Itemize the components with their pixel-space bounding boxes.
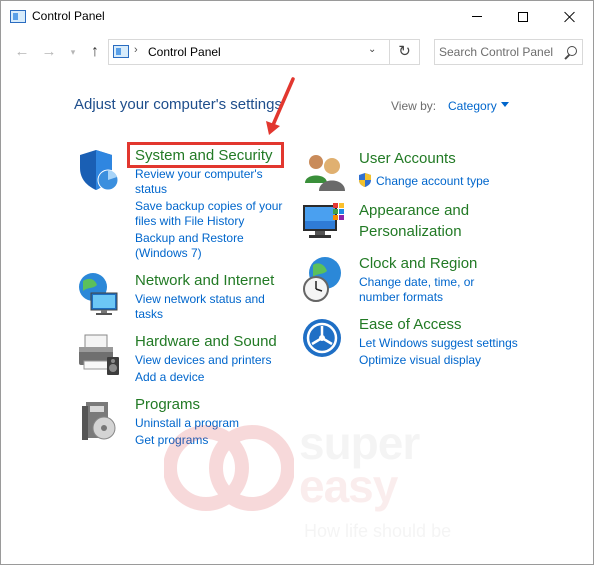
shield-icon: [80, 150, 119, 191]
refresh-button[interactable]: ↻: [390, 39, 420, 65]
watermark-logo: [164, 425, 294, 511]
hardware-and-sound-link[interactable]: Hardware and Sound: [135, 333, 277, 350]
file-history-link-cont[interactable]: files with File History: [135, 214, 244, 229]
clock-and-region-link[interactable]: Clock and Region: [359, 255, 477, 272]
recent-locations-button[interactable]: ▾: [63, 42, 83, 62]
backup-restore-link-cont[interactable]: (Windows 7): [135, 246, 202, 261]
search-input[interactable]: [439, 44, 557, 60]
address-dropdown-icon[interactable]: ⌄: [368, 44, 376, 55]
network-status-link[interactable]: View network status and: [135, 292, 265, 307]
search-box[interactable]: [434, 39, 583, 65]
close-button[interactable]: [546, 1, 592, 32]
network-status-link-cont[interactable]: tasks: [135, 307, 163, 322]
annotation-arrow: [266, 77, 295, 135]
control-panel-icon: [10, 10, 26, 23]
review-status-link[interactable]: Review your computer's: [135, 167, 263, 182]
watermark: super easy How life should be: [164, 411, 464, 551]
view-by-dropdown[interactable]: Category: [448, 99, 497, 113]
refresh-icon: ↻: [398, 43, 411, 60]
close-icon: [564, 11, 575, 22]
address-bar[interactable]: › Control Panel ⌄: [108, 39, 390, 65]
minimize-icon: [472, 16, 482, 17]
suggest-settings-link[interactable]: Let Windows suggest settings: [359, 336, 518, 351]
ease-of-access-link[interactable]: Ease of Access: [359, 316, 462, 333]
view-by-label: View by:: [391, 99, 437, 113]
title-bar: Control Panel: [1, 1, 593, 32]
personalization-link[interactable]: Personalization: [359, 223, 462, 240]
control-panel-window: Control Panel ← → ▾ ↑ › Control Panel ⌄ …: [0, 0, 594, 565]
minimize-button[interactable]: [454, 1, 500, 32]
network-globe-icon: [79, 273, 118, 315]
change-date-time-link-cont[interactable]: number formats: [359, 290, 443, 305]
change-account-type-link[interactable]: Change account type: [376, 174, 489, 189]
file-history-link[interactable]: Save backup copies of your: [135, 199, 282, 214]
chevron-down-icon[interactable]: [501, 102, 509, 107]
change-date-time-link[interactable]: Change date, time, or: [359, 275, 474, 290]
printer-speaker-icon: [79, 334, 119, 375]
programs-icon: [82, 402, 116, 440]
back-button[interactable]: ←: [12, 42, 32, 62]
forward-button[interactable]: →: [39, 42, 59, 62]
maximize-button[interactable]: [500, 1, 546, 32]
maximize-icon: [518, 11, 528, 22]
user-accounts-icon: [305, 155, 345, 191]
watermark-text-easy: easy: [299, 460, 398, 512]
add-device-link[interactable]: Add a device: [135, 370, 204, 385]
ease-of-access-icon: [303, 319, 341, 357]
user-accounts-link[interactable]: User Accounts: [359, 150, 456, 167]
breadcrumb-chevron-icon[interactable]: ›: [134, 44, 138, 56]
backup-restore-link[interactable]: Backup and Restore: [135, 231, 244, 246]
control-panel-icon: [113, 45, 129, 58]
network-and-internet-link[interactable]: Network and Internet: [135, 272, 274, 289]
breadcrumb-control-panel[interactable]: Control Panel: [148, 45, 221, 59]
uac-shield-icon: [359, 173, 371, 187]
search-icon[interactable]: [563, 46, 577, 60]
devices-printers-link[interactable]: View devices and printers: [135, 353, 272, 368]
system-and-security-link[interactable]: System and Security: [135, 147, 273, 164]
page-title: Adjust your computer's settings: [74, 96, 282, 113]
clock-globe-icon: [303, 257, 341, 302]
up-button[interactable]: ↑: [85, 42, 105, 62]
appearance-link[interactable]: Appearance and: [359, 202, 469, 219]
optimize-display-link[interactable]: Optimize visual display: [359, 353, 481, 368]
appearance-monitor-icon: [303, 203, 344, 238]
review-status-link-cont[interactable]: status: [135, 182, 167, 197]
watermark-tagline: How life should be: [304, 521, 452, 541]
window-title: Control Panel: [32, 9, 105, 23]
